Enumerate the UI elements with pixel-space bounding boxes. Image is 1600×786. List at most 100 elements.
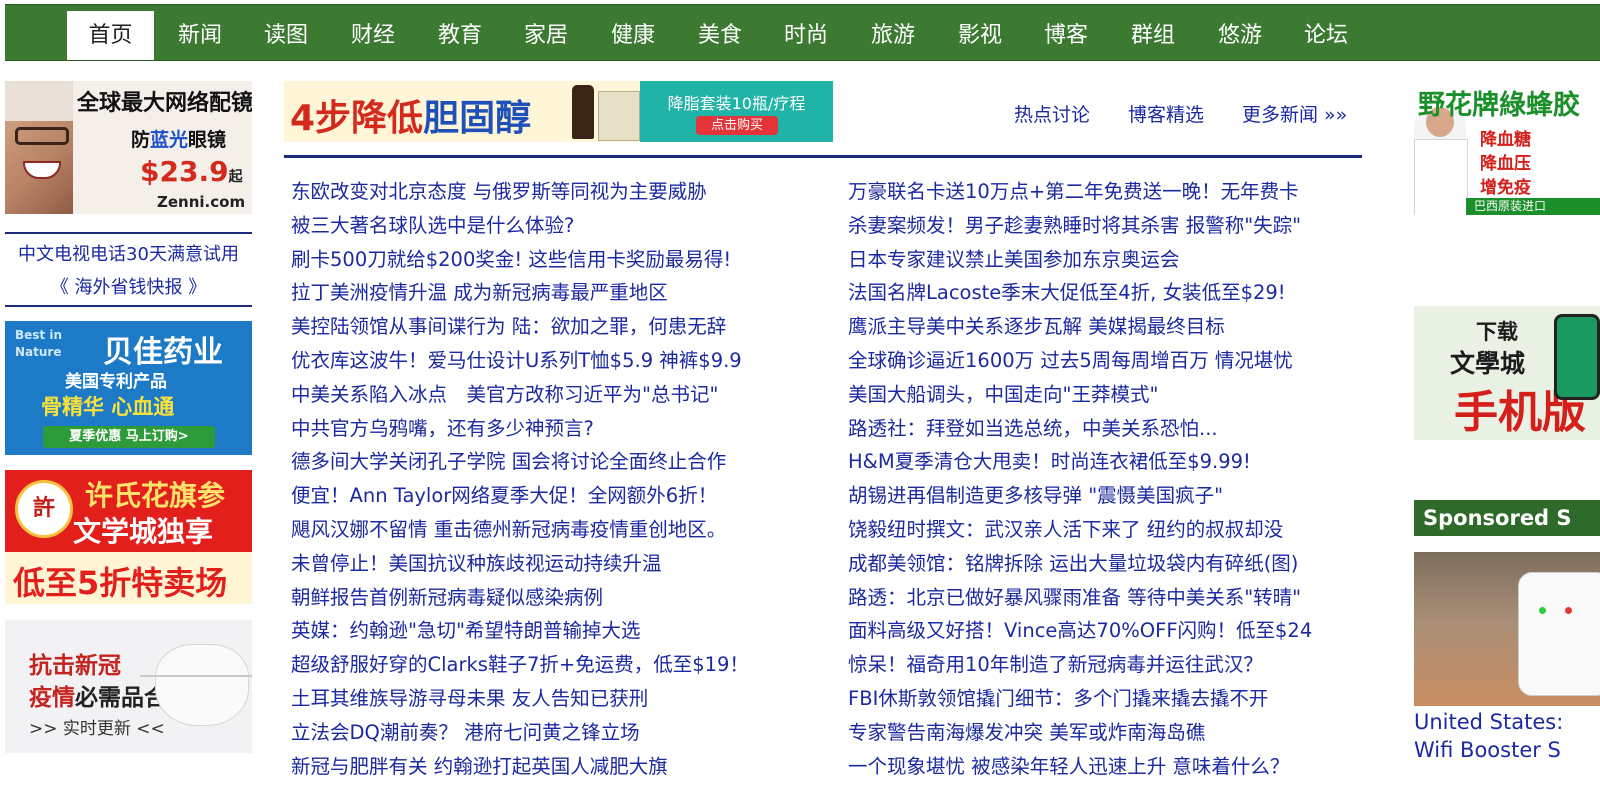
nav-item-blog[interactable]: 博客 (1029, 11, 1103, 60)
zenni-glasses-ad[interactable]: 全球最大网络配镜店 防蓝光眼镜 $23.9起 Zenni.com (5, 81, 252, 214)
sponsored-link-line1[interactable]: United States: (1414, 710, 1600, 734)
news-list-right: 万豪联名卡送10万点+第二年免费送一晚！无年费卡 杀妻案频发！男子趁妻熟睡时将其杀… (848, 175, 1368, 775)
nav-item-leisure[interactable]: 悠游 (1203, 11, 1277, 60)
sponsored-image[interactable] (1414, 552, 1600, 706)
news-headline-link[interactable]: 中共官方乌鸦嘴，还有多少神预言? (291, 412, 821, 446)
news-headline-link[interactable]: 土耳其维族导游寻母未果 友人告知已获刑 (291, 682, 821, 716)
nav-item-news[interactable]: 新闻 (163, 11, 237, 60)
nav-item-home-living[interactable]: 家居 (509, 11, 583, 60)
blog-picks-link[interactable]: 博客精选 (1128, 100, 1204, 127)
wifi-booster-device-icon (1518, 572, 1600, 696)
news-headline-link[interactable]: 成都美领馆：铭牌拆除 运出大量垃圾袋内有碎纸(图) (848, 547, 1368, 581)
news-headline-link[interactable]: 中美关系陷入冰点 美官方改称习近平为"总书记" (291, 378, 821, 412)
news-headline-link[interactable]: 英媒：约翰逊"急切"希望特朗普输掉大选 (291, 614, 821, 648)
savings-express-link[interactable]: 《 海外省钱快报 》 (5, 273, 252, 299)
mobile-app-ad[interactable]: 下载 文學城 手机版 (1414, 306, 1600, 440)
news-headline-link[interactable]: 美国大船调头，中国走向"王莽模式" (848, 378, 1368, 412)
news-headline-link[interactable]: 路透：北京已做好暴风骤雨准备 等待中美关系"转晴" (848, 581, 1368, 615)
news-headline-link[interactable]: 杀妻案频发！男子趁妻熟睡时将其杀害 报警称"失踪" (848, 209, 1368, 243)
banner-headline: 4步降低胆固醇 (290, 98, 532, 139)
news-headline-link[interactable]: 未曾停止！美国抗议种族歧视运动持续升温 (291, 547, 821, 581)
nav-item-travel[interactable]: 旅游 (856, 11, 930, 60)
tv-phone-trial-link[interactable]: 中文电视电话30天满意试用 (5, 240, 252, 266)
news-headline-link[interactable]: 全球确诊逼近1600万 过去5周每周增百万 情况堪忧 (848, 344, 1368, 378)
news-headline-link[interactable]: 刷卡500刀就给$200奖金! 这些信用卡奖励最易得! (291, 243, 821, 277)
propolis-ad-benefit: 降血压 (1480, 154, 1531, 174)
news-headline-link[interactable]: 鹰派主导美中关系逐步瓦解 美媒揭最终目标 (848, 310, 1368, 344)
covid-supplies-ad[interactable]: 抗击新冠 疫情必需品合集 >> 实时更新 << (5, 620, 252, 753)
propolis-ad-benefit: 降血糖 (1480, 130, 1531, 150)
news-headline-link[interactable]: 飓风汉娜不留情 重击德州新冠病毒疫情重创地区。 (291, 513, 821, 547)
more-news-link[interactable]: 更多新闻 »» (1242, 100, 1347, 127)
banner-buy-button[interactable]: 点击购买 (696, 116, 778, 135)
bestin-ad-cta[interactable]: 夏季优惠 马上订购> (43, 426, 215, 448)
nav-item-movies[interactable]: 影视 (943, 11, 1017, 60)
news-headline-link[interactable]: 拉丁美洲疫情升温 成为新冠病毒最严重地区 (291, 276, 821, 310)
news-headline-link[interactable]: 路透社：拜登如当选总统，中美关系恐怕... (848, 412, 1368, 446)
news-headline-link[interactable]: 朝鲜报告首例新冠病毒疑似感染病例 (291, 581, 821, 615)
news-headline-link[interactable]: 万豪联名卡送10万点+第二年免费送一晚！无年费卡 (848, 175, 1368, 209)
face-mask-icon (140, 644, 252, 726)
nav-item-photos[interactable]: 读图 (249, 11, 323, 60)
news-headline-link[interactable]: 法国名牌Lacoste季末大促低至4折, 女装低至$29! (848, 276, 1368, 310)
news-headline-link[interactable]: 便宜！Ann Taylor网络夏季大促！全网额外6折！ (291, 479, 821, 513)
news-headline-link[interactable]: 一个现象堪忧 被感染年轻人迅速上升 意味着什么？ (848, 750, 1368, 775)
banner-offer: 降脂套装10瓶/疗程 (667, 94, 806, 113)
news-headline-link[interactable]: 饶毅纽时撰文：武汉亲人活下来了 纽约的叔叔却没 (848, 513, 1368, 547)
bestin-ad-products: 骨精华 心血通 (41, 395, 175, 419)
propolis-ad[interactable]: 野花牌綠蜂胶 降血糖 降血压 增免疫 巴西原装进口 (1414, 81, 1600, 215)
news-headline-link[interactable]: H&M夏季清仓大甩卖！时尚连衣裙低至$9.99! (848, 445, 1368, 479)
bestin-ad-sub: 美国专利产品 (65, 372, 167, 392)
news-list-left: 东欧改变对北京态度 与俄罗斯等同视为主要威胁 被三大著名球队选中是什么体验? 刷卡5… (291, 175, 821, 775)
nav-item-finance[interactable]: 财经 (336, 11, 410, 60)
news-headline-link[interactable]: 美控陆领馆从事间谍行为 陆：欲加之罪，何患无辞 (291, 310, 821, 344)
news-headline-link[interactable]: 日本专家建议禁止美国参加东京奥运会 (848, 243, 1368, 277)
propolis-ad-benefit: 增免疫 (1480, 178, 1531, 198)
news-headline-link[interactable]: 专家警告南海爆发冲突 美军或炸南海岛礁 (848, 716, 1368, 750)
nav-item-education[interactable]: 教育 (423, 11, 497, 60)
phone-icon (1554, 314, 1600, 400)
news-headline-link[interactable]: 新冠与肥胖有关 约翰逊打起英国人减肥大旗 (291, 750, 821, 775)
covid-ad-line3: >> 实时更新 << (29, 719, 165, 739)
ginseng-seal-icon: 許 (15, 480, 73, 538)
nav-item-groups[interactable]: 群组 (1116, 11, 1190, 60)
nav-item-food[interactable]: 美食 (683, 11, 757, 60)
news-headline-link[interactable]: 胡锡进再倡制造更多核导弹 "震慑美国疯子" (848, 479, 1368, 513)
divider (284, 155, 1362, 158)
doctor-photo (1414, 107, 1468, 215)
news-headline-link[interactable]: 被三大著名球队选中是什么体验? (291, 209, 821, 243)
divider (5, 232, 252, 234)
nav-item-health[interactable]: 健康 (596, 11, 670, 60)
propolis-ad-footer: 巴西原装进口 (1466, 198, 1600, 215)
nav-item-forum[interactable]: 论坛 (1289, 11, 1363, 60)
bestin-nature-ad[interactable]: Best in Nature 贝佳药业 美国专利产品 骨精华 心血通 夏季优惠 马… (5, 321, 252, 455)
news-headline-link[interactable]: 惊呆！福奇用10年制造了新冠病毒并运往武汉？ (848, 648, 1368, 682)
top-nav: 首页 新闻 读图 财经 教育 家居 健康 美食 时尚 旅游 影视 博客 群组 悠… (5, 4, 1600, 61)
nav-item-fashion[interactable]: 时尚 (769, 11, 843, 60)
cholesterol-banner-ad[interactable]: 4步降低胆固醇 降脂套装10瓶/疗程 点击购买 (284, 81, 833, 142)
covid-ad-line1: 抗击新冠 (29, 653, 121, 679)
ginseng-ad-line1: 许氏花旗参 (85, 479, 226, 512)
news-headline-link[interactable]: 东欧改变对北京态度 与俄罗斯等同视为主要威胁 (291, 175, 821, 209)
bottle-icon (572, 85, 594, 139)
news-headline-link[interactable]: 面料高级又好搭！Vince高达70%OFF闪购！低至$24 (848, 614, 1368, 648)
bestin-ad-name: 贝佳药业 (103, 335, 223, 370)
news-headline-link[interactable]: 立法会DQ潮前奏？ 港府七问黄之锋立场 (291, 716, 821, 750)
news-headline-link[interactable]: FBI休斯敦领馆撬门细节：多个门撬来撬去撬不开 (848, 682, 1368, 716)
news-headline-link[interactable]: 超级舒服好穿的Clarks鞋子7折+免运费，低至$19！ (291, 648, 821, 682)
hot-discussion-link[interactable]: 热点讨论 (1014, 100, 1090, 127)
sponsored-link-line2[interactable]: Wifi Booster S (1414, 738, 1600, 762)
ginseng-ad-line2: 文学城独享 (73, 515, 214, 548)
ginseng-ad-line3: 低至5折特卖场 (13, 564, 228, 602)
nav-item-home[interactable]: 首页 (67, 11, 154, 60)
zenni-ad-headline: 全球最大网络配镜店 (77, 91, 252, 116)
news-headline-link[interactable]: 优衣库这波牛！爱马仕设计U系列T恤$5.9 神裤$9.9 (291, 344, 821, 378)
model-photo (5, 81, 73, 214)
package-icon (598, 91, 640, 141)
app-ad-line2: 文學城 (1450, 349, 1526, 378)
news-headline-link[interactable]: 德多间大学关闭孔子学院 国会将讨论全面终止合作 (291, 445, 821, 479)
ginseng-ad[interactable]: 許 许氏花旗参 文学城独享 低至5折特卖场 (5, 470, 252, 604)
zenni-ad-brand: Zenni.com (157, 193, 246, 211)
sponsored-header: Sponsored S (1414, 500, 1600, 536)
divider (5, 305, 252, 307)
